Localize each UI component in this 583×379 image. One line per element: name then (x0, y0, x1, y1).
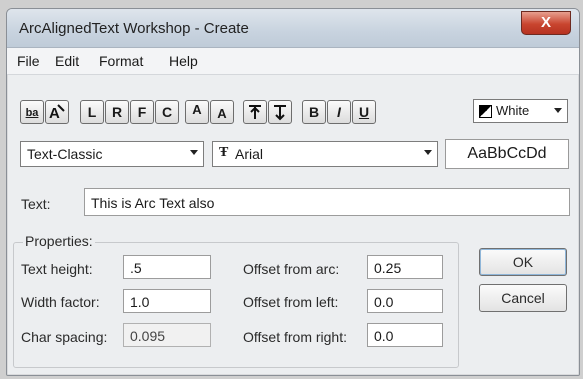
arc-outward-icon[interactable] (243, 100, 267, 124)
width-factor-input[interactable]: 1.0 (123, 289, 211, 313)
dialog-window: ArcAlignedText Workshop - Create X File … (6, 8, 580, 376)
style-dropdown-value: Text-Classic (27, 146, 103, 162)
menu-format[interactable]: Format (99, 53, 143, 69)
offset-right-label: Offset from right: (243, 329, 347, 345)
text-above-arc-button[interactable]: A (185, 100, 209, 124)
offset-arc-label: Offset from arc: (243, 261, 340, 277)
bold-button[interactable]: B (302, 100, 326, 124)
chevron-down-icon (190, 150, 198, 155)
chevron-down-icon (424, 150, 432, 155)
menu-bar: File Edit Format Help (7, 48, 579, 75)
text-input[interactable]: This is Arc Text also (84, 188, 570, 216)
toolbar-text-wand-icon[interactable]: A (45, 100, 69, 124)
offset-arc-input[interactable]: 0.25 (367, 255, 443, 279)
toolbar-button-ba[interactable]: ba (20, 100, 44, 124)
chevron-down-icon (554, 108, 562, 113)
color-swatch (479, 105, 492, 118)
close-button[interactable]: X (521, 11, 571, 35)
text-height-label: Text height: (21, 261, 93, 277)
arc-inward-icon[interactable] (268, 100, 292, 124)
menu-help[interactable]: Help (169, 53, 198, 69)
underline-button[interactable]: U (352, 100, 376, 124)
align-center-button[interactable]: C (155, 100, 179, 124)
ok-button[interactable]: OK (479, 248, 567, 276)
properties-label: Properties: (23, 233, 95, 249)
font-dropdown-value: Arial (235, 146, 264, 162)
text-label: Text: (21, 196, 51, 212)
text-below-arc-button[interactable]: A (210, 100, 234, 124)
font-preview: AaBbCcDd (445, 139, 569, 169)
char-spacing-input[interactable]: 0.095 (123, 323, 211, 347)
font-dropdown[interactable]: Ŧ Arial (212, 141, 438, 167)
window-title: ArcAlignedText Workshop - Create (19, 20, 249, 37)
width-factor-label: Width factor: (21, 294, 100, 310)
color-value: White (496, 103, 530, 118)
align-left-button[interactable]: L (80, 100, 104, 124)
truetype-font-icon: Ŧ (219, 145, 229, 160)
svg-text:A: A (49, 105, 60, 121)
offset-right-input[interactable]: 0.0 (367, 323, 443, 347)
char-spacing-label: Char spacing: (21, 329, 108, 345)
align-right-button[interactable]: R (105, 100, 129, 124)
menu-file[interactable]: File (17, 53, 40, 69)
menu-edit[interactable]: Edit (55, 53, 79, 69)
title-bar: ArcAlignedText Workshop - Create X (7, 9, 579, 48)
cancel-button[interactable]: Cancel (479, 284, 567, 312)
align-fit-button[interactable]: F (130, 100, 154, 124)
italic-button[interactable]: I (327, 100, 351, 124)
offset-left-input[interactable]: 0.0 (367, 289, 443, 313)
offset-left-label: Offset from left: (243, 294, 339, 310)
text-height-input[interactable]: .5 (123, 255, 211, 279)
color-select[interactable]: White (473, 99, 568, 123)
style-dropdown[interactable]: Text-Classic (20, 141, 204, 167)
